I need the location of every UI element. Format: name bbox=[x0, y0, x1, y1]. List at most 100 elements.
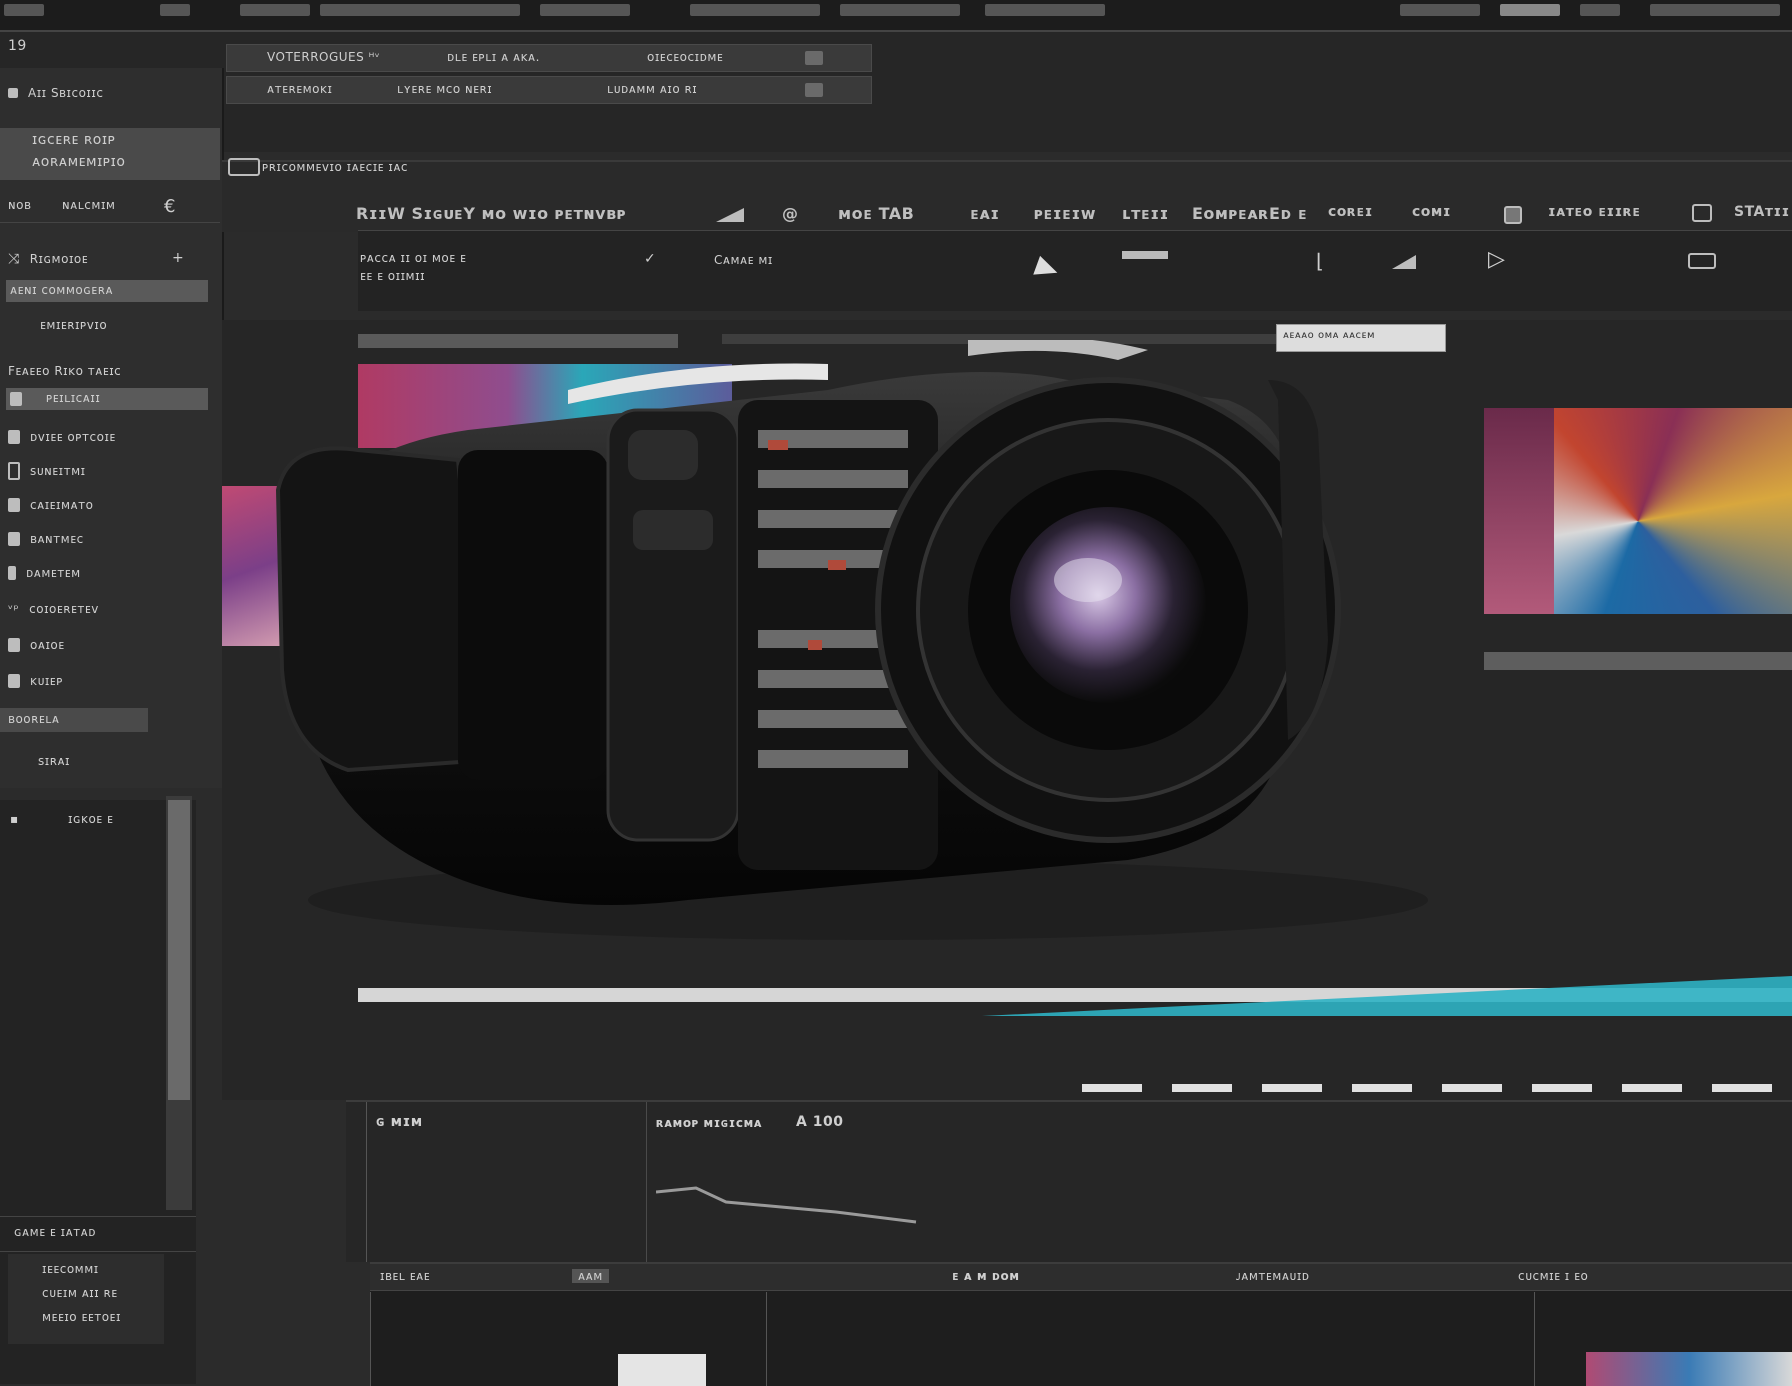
back-icon[interactable]: € bbox=[164, 196, 176, 217]
list-item[interactable]: ᵛᵖ ᴄᴏɪᴏᴇʀᴇᴛᴇᴠ bbox=[8, 598, 99, 620]
panel-header[interactable]: Aɪɪ Sʙɪᴄᴏɪɪᴄ bbox=[8, 82, 103, 104]
menu-button[interactable] bbox=[1400, 4, 1480, 16]
tab-alcmim[interactable]: ɴᴀʟᴄᴍɪᴍ bbox=[62, 198, 115, 212]
play-icon[interactable]: ▷ bbox=[1488, 247, 1505, 272]
toolbar-item[interactable]: RɪɪW SɪɢᴜᴇY ᴍᴏ ᴡɪᴏ ᴘᴇᴛɴᴠʙᴘ bbox=[356, 204, 626, 223]
list-item[interactable]: ᴄᴜᴇɪᴍ ᴀɪɪ ʀᴇ bbox=[42, 1286, 118, 1300]
header-field-text: ʟᴜᴅᴀᴍᴍ ᴀɪᴏ ʀɪ bbox=[607, 82, 698, 96]
item-icon bbox=[10, 392, 22, 406]
chip-icon[interactable] bbox=[805, 83, 823, 97]
timeline-tracks: ɪʙᴇʟ ᴇᴀᴇ ᴀᴀᴍ ᴇ ᴀ ᴍ ᴅᴏᴍ ᴊᴀᴍᴛᴇᴍᴀᴜɪᴅ ᴄᴜᴄᴍɪᴇ… bbox=[370, 1262, 1792, 1386]
menu-button[interactable] bbox=[4, 4, 44, 16]
track-label[interactable]: ᴊᴀᴍᴛᴇᴍᴀᴜɪᴅ bbox=[1236, 1269, 1310, 1283]
check-icon[interactable]: ✓ bbox=[644, 251, 656, 267]
toolbar-item[interactable]: ʟᴛᴇɪɪ bbox=[1122, 204, 1169, 223]
subheader-label: Rɪɢᴍᴏɪᴏᴇ bbox=[29, 252, 89, 266]
divider bbox=[766, 1292, 767, 1386]
panel-header-label: Aɪɪ Sʙɪᴄᴏɪɪᴄ bbox=[28, 86, 104, 100]
toolbar-item[interactable]: STAᴛɪɪ bbox=[1734, 204, 1790, 220]
track-label[interactable]: ᴇ ᴀ ᴍ ᴅᴏᴍ bbox=[952, 1269, 1020, 1283]
waveform-graph bbox=[656, 1186, 917, 1224]
list-item[interactable]: ʙᴀɴᴛᴍᴇᴄ bbox=[8, 528, 84, 550]
marker-strip bbox=[1082, 1084, 1792, 1092]
list-item[interactable]: ᴄᴀɪᴇɪᴍᴀᴛᴏ bbox=[8, 494, 94, 516]
list-item-label: ᴄᴏɪᴏᴇʀᴇᴛᴇᴠ bbox=[29, 602, 99, 616]
stop-icon[interactable] bbox=[1504, 206, 1522, 224]
menu-button[interactable] bbox=[240, 4, 310, 16]
item-icon: ᵛᵖ bbox=[8, 602, 20, 616]
slider-handle[interactable] bbox=[1122, 251, 1168, 259]
header-field-row[interactable]: ᴀᴛᴇʀᴇᴍᴏᴋɪ ʟʏᴇʀᴇ ᴍᴄᴏ ɴᴇʀɪ ʟᴜᴅᴀᴍᴍ ᴀɪᴏ ʀɪ bbox=[226, 76, 872, 104]
toolbar-item[interactable]: ɪᴀᴛᴇᴏ ᴇɪɪʀᴇ bbox=[1548, 204, 1641, 220]
timeline-mid-label: ʀᴀᴍᴏᴘ ᴍɪɢɪᴄᴍᴀ bbox=[656, 1116, 763, 1130]
list-item[interactable]: ᴍᴇᴇɪᴏ ᴇᴇᴛᴏᴇɪ bbox=[42, 1310, 121, 1324]
camcorder-illustration bbox=[275, 336, 1428, 940]
line-tool-icon[interactable]: ⌊ bbox=[1316, 249, 1324, 273]
menu-button[interactable] bbox=[840, 4, 960, 16]
panel-tabs: ɴᴏʙ ɴᴀʟᴄᴍɪᴍ € bbox=[0, 192, 220, 223]
camera-icon[interactable] bbox=[1688, 253, 1716, 269]
track-label[interactable]: ɪʙᴇʟ ᴇᴀᴇ bbox=[380, 1269, 430, 1283]
header-field-text: ᴏɪᴇᴄᴇᴏᴄɪᴅᴍᴇ bbox=[647, 50, 724, 64]
panel-icon bbox=[8, 88, 18, 98]
toolbar-item[interactable]: EᴏᴍᴘᴇᴀʀEᴅ ᴇ bbox=[1192, 204, 1307, 223]
header-field-row[interactable]: VOTERROGUES ᴴᵛ ᴅʟᴇ ᴇᴘʟɪ ᴀ ᴀᴋᴀ. ᴏɪᴇᴄᴇᴏᴄɪᴅ… bbox=[226, 44, 872, 72]
menu-button[interactable] bbox=[540, 4, 630, 16]
at-icon[interactable]: @ bbox=[782, 204, 799, 223]
menu-button[interactable] bbox=[985, 4, 1105, 16]
ramp-icon[interactable] bbox=[1392, 255, 1416, 269]
list-item[interactable]: ᴅᴀᴍᴇᴛᴇᴍ bbox=[8, 562, 81, 584]
menu-button[interactable] bbox=[690, 4, 820, 16]
tab-nob[interactable]: ɴᴏʙ bbox=[8, 198, 31, 212]
menu-button[interactable] bbox=[1580, 4, 1620, 16]
status-text: Cᴀᴍᴀᴇ ᴍɪ bbox=[714, 253, 773, 267]
ramp-icon[interactable] bbox=[716, 208, 744, 222]
footer-item[interactable]: ꜱɪʀᴀɪ bbox=[38, 754, 70, 768]
clip-thumbnail[interactable] bbox=[1586, 1352, 1792, 1386]
list-item-label: ᴅᴀᴍᴇᴛᴇᴍ bbox=[26, 566, 81, 580]
menu-button[interactable] bbox=[320, 4, 520, 16]
footer-highlight-row[interactable]: ʙᴏᴏʀᴇʟᴀ bbox=[0, 708, 148, 732]
timeline-gutter bbox=[346, 1102, 367, 1262]
window-header: VOTERROGUES ᴴᵛ ᴅʟᴇ ᴇᴘʟɪ ᴀ ᴀᴋᴀ. ᴏɪᴇᴄᴇᴏᴄɪᴅ… bbox=[0, 32, 1792, 152]
group-label: Fᴇᴀᴇᴇᴏ Rɪᴋᴏ ᴛᴀᴇɪᴄ bbox=[8, 364, 122, 378]
menu-button[interactable] bbox=[1650, 4, 1780, 16]
track-label: ɪɢᴋᴏᴇ ᴇ bbox=[68, 812, 114, 826]
item-icon bbox=[8, 462, 20, 480]
list-item-label: ᴏᴀɪᴏᴇ bbox=[30, 638, 65, 652]
timeline-mid-value[interactable]: A 100 bbox=[796, 1114, 843, 1130]
folder-icon[interactable] bbox=[228, 158, 260, 176]
scrollbar-thumb[interactable] bbox=[168, 800, 190, 1100]
track-label[interactable]: ᴀᴀᴍ bbox=[572, 1269, 609, 1283]
list-item[interactable]: ɪᴇᴇᴄᴏᴍᴍɪ bbox=[42, 1262, 99, 1276]
folder-icon[interactable] bbox=[1692, 204, 1712, 222]
list-item[interactable]: ᴏᴀɪᴏᴇ bbox=[8, 634, 65, 656]
info-line: ᴘᴀᴄᴄᴀ ɪɪ ᴏɪ ᴍᴏᴇ ᴇ bbox=[360, 251, 467, 265]
list-item[interactable]: ᴋᴜɪᴇᴘ bbox=[8, 670, 63, 692]
left-panel: Aɪɪ Sʙɪᴄᴏɪɪᴄ ɪɢᴄᴇʀᴇ ʀᴏɪᴘ ᴀᴏʀᴀᴍᴇᴍɪᴘɪᴏ ɴᴏʙ… bbox=[0, 68, 224, 788]
list-item[interactable]: ꜱᴜɴᴇɪᴛᴍɪ bbox=[8, 460, 86, 482]
track-label[interactable]: ᴄᴜᴄᴍɪᴇ ɪ ᴇᴏ bbox=[1518, 1269, 1588, 1283]
top-strip bbox=[0, 0, 1792, 32]
toolbar-item[interactable]: ᴘᴇɪᴇɪᴡ bbox=[1034, 204, 1096, 223]
menu-button[interactable] bbox=[1500, 4, 1560, 16]
toolbar-item[interactable]: ᴍᴏᴇ TAB bbox=[838, 204, 914, 223]
section-title: ᴀᴏʀᴀᴍᴇᴍɪᴘɪᴏ bbox=[32, 154, 126, 170]
clip-thumbnail[interactable] bbox=[618, 1354, 706, 1386]
highlighted-row[interactable]: ᴀᴇɴɪ ᴄᴏᴍᴍᴏɢᴇʀᴀ bbox=[6, 280, 208, 302]
chip-icon[interactable] bbox=[805, 51, 823, 65]
toolbar-item[interactable]: ᴄᴏʀᴇɪ bbox=[1328, 204, 1373, 220]
list-item[interactable]: ᴅᴠɪᴇᴇ ᴏᴘᴛᴄᴏɪᴇ bbox=[8, 426, 116, 448]
header-field-text: ᴅʟᴇ ᴇᴘʟɪ ᴀ ᴀᴋᴀ. bbox=[447, 50, 540, 64]
dot-icon: ▪ bbox=[10, 812, 19, 826]
panel-subheader[interactable]: ⤨ Rɪɢᴍᴏɪᴏᴇ bbox=[8, 248, 88, 270]
section-title: ɪɢᴄᴇʀᴇ ʀᴏɪᴘ bbox=[32, 132, 116, 148]
cursor-icon[interactable] bbox=[1033, 255, 1061, 283]
item-icon bbox=[8, 430, 20, 444]
toolbar-item[interactable]: ᴄᴏᴍɪ bbox=[1412, 204, 1451, 220]
toolbar-item[interactable]: ᴇᴀɪ bbox=[970, 204, 1000, 223]
menu-button[interactable] bbox=[160, 4, 190, 16]
plus-icon[interactable]: + bbox=[172, 250, 184, 266]
item-icon bbox=[8, 566, 16, 580]
selected-row[interactable]: ᴘᴇɪʟɪᴄᴀɪɪ bbox=[6, 388, 208, 410]
